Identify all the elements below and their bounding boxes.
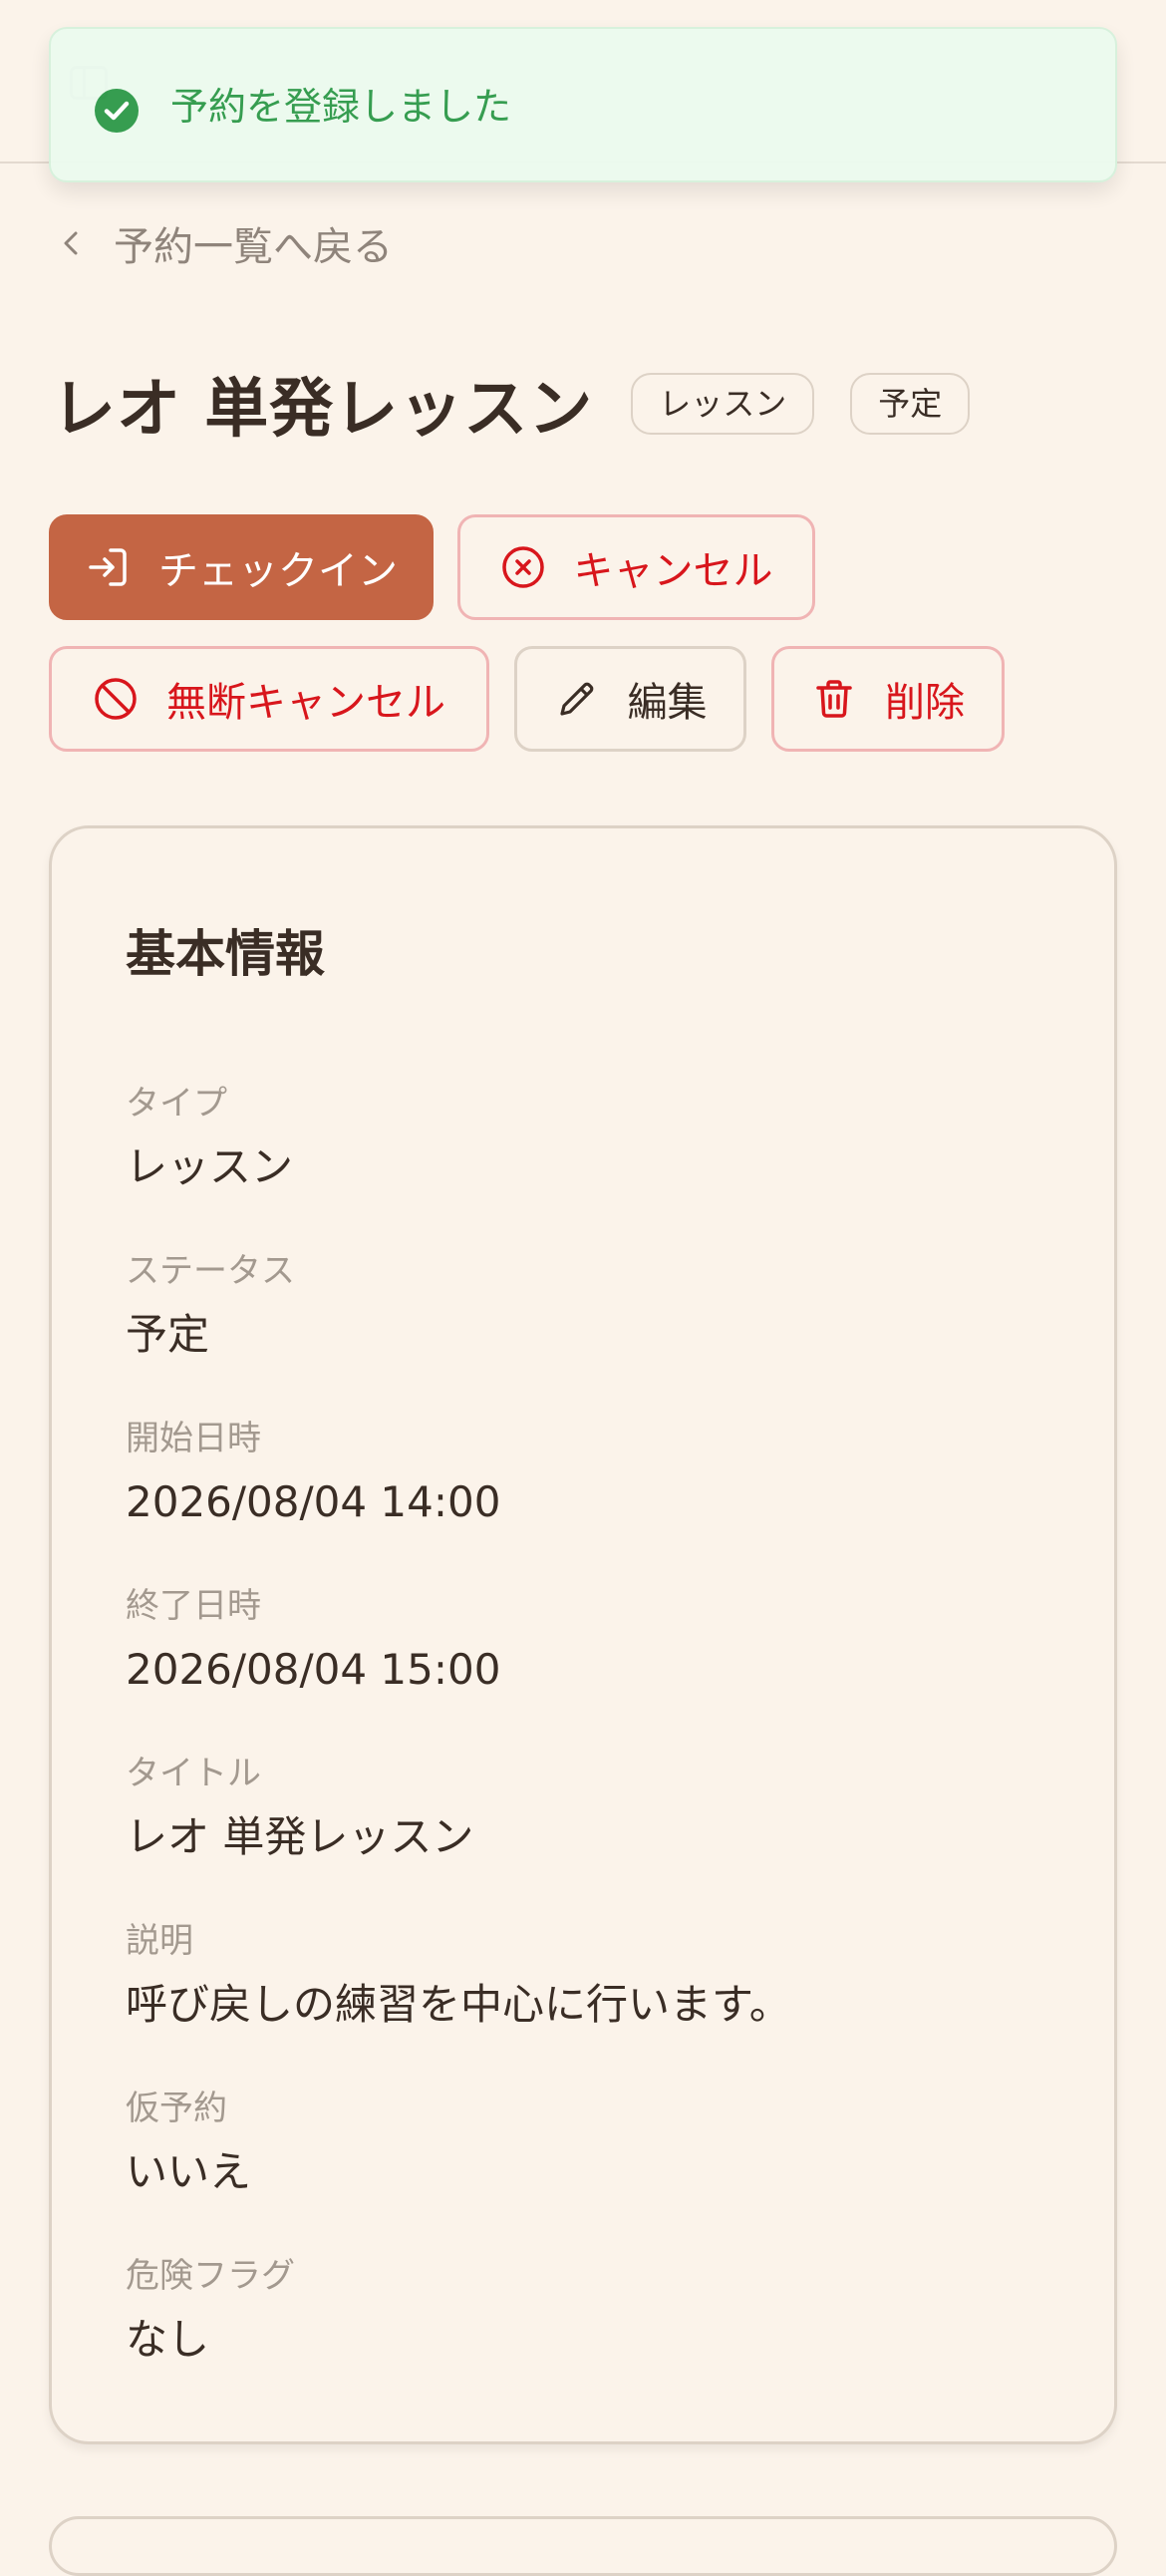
delete-label: 削除 (885, 680, 965, 726)
x-circle-icon (501, 546, 544, 588)
field-title: タイトル レオ 単発レッスン (126, 1750, 473, 1867)
status-badge: 予定 (850, 373, 971, 435)
page-title: レオ 単発レッスン (52, 373, 594, 447)
field-label: ステータス (126, 1251, 295, 1291)
back-link-label: 予約一覧へ戻る (114, 224, 393, 270)
field-danger-flag: 危険フラグ なし (126, 2252, 295, 2370)
basic-info-card: 基本情報 タイプ レッスン ステータス 予定 開始日時 2026/08/04 1… (49, 825, 1117, 2444)
cancel-button[interactable]: キャンセル (457, 514, 815, 620)
cancel-label: キャンセル (573, 548, 773, 594)
no-show-cancel-button[interactable]: 無断キャンセル (49, 646, 489, 752)
chevron-left-icon (64, 231, 78, 255)
field-label: 仮予約 (126, 2089, 227, 2128)
log-in-icon (89, 548, 127, 586)
field-label: タイプ (126, 1084, 227, 1124)
edit-label: 編集 (627, 680, 708, 726)
next-card (49, 2516, 1117, 2576)
field-label: タイトル (126, 1754, 261, 1793)
ban-icon (95, 678, 137, 720)
field-value: 2026/08/04 15:00 (126, 1645, 501, 1694)
field-value: レッスン (126, 1142, 294, 1191)
field-value: いいえ (126, 2147, 252, 2196)
field-status: ステータス 予定 (126, 1247, 295, 1365)
check-circle-icon (95, 89, 139, 133)
field-value: なし (126, 2315, 210, 2364)
field-type: タイプ レッスン (126, 1080, 293, 1197)
pencil-icon (559, 682, 593, 716)
back-to-list-link[interactable]: 予約一覧へ戻る (56, 213, 393, 273)
field-label: 終了日時 (126, 1586, 261, 1626)
field-tentative: 仮予約 いいえ (126, 2085, 251, 2202)
field-description: 説明 呼び戻しの練習を中心に行います。 (126, 1917, 791, 2035)
field-end-datetime: 終了日時 2026/08/04 15:00 (126, 1582, 500, 1700)
field-label: 開始日時 (126, 1419, 261, 1458)
field-start-datetime: 開始日時 2026/08/04 14:00 (126, 1415, 500, 1532)
delete-button[interactable]: 削除 (771, 646, 1005, 752)
field-value: 2026/08/04 14:00 (126, 1477, 501, 1526)
edit-button[interactable]: 編集 (514, 646, 746, 752)
field-value: 呼び戻しの練習を中心に行います。 (126, 1980, 791, 2029)
trash-icon (816, 680, 852, 718)
checkin-button[interactable]: チェックイン (49, 514, 434, 620)
field-value: レオ 単発レッスン (126, 1812, 474, 1861)
type-badge: レッスン (631, 373, 815, 435)
checkin-label: チェックイン (158, 548, 398, 594)
field-label: 危険フラグ (126, 2256, 295, 2296)
toast-message: 予約を登録しました (170, 85, 512, 129)
field-value: 予定 (126, 1310, 210, 1359)
card-title: 基本情報 (126, 925, 325, 983)
no-show-cancel-label: 無断キャンセル (166, 680, 445, 726)
title-row: レオ 単発レッスン レッスン 予定 (52, 359, 971, 449)
success-toast: 予約を登録しました (49, 27, 1117, 182)
field-label: 説明 (126, 1921, 193, 1961)
